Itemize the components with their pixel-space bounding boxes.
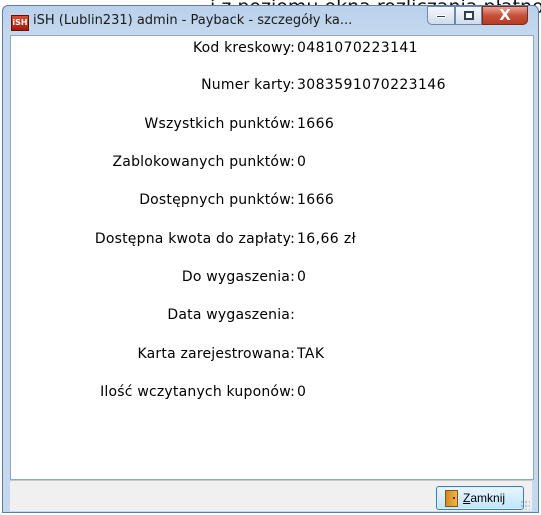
door-exit-icon (445, 490, 458, 507)
minimize-icon (436, 15, 446, 18)
ish-app-icon: iSH (11, 15, 29, 31)
detail-value: 0 (297, 269, 307, 285)
detail-value: 0 (297, 384, 307, 400)
maximize-button[interactable] (455, 6, 482, 25)
detail-label: Ilość wczytanych kuponów: (100, 384, 295, 400)
detail-label: Data wygaszenia: (167, 307, 295, 323)
detail-label: Numer karty: (201, 77, 295, 93)
title-bar[interactable]: iSH iSH (Lublin231) admin - Payback - sz… (3, 6, 538, 36)
details-panel: Kod kreskowy: 0481070223141 Numer karty:… (10, 35, 534, 480)
detail-row-coupons-loaded: Ilość wczytanych kuponów: 0 (11, 384, 533, 404)
close-window-button[interactable]: X (482, 6, 528, 25)
detail-label: Kod kreskowy: (192, 40, 295, 56)
detail-row-expiry-date: Data wygaszenia: (11, 307, 533, 327)
detail-value: 3083591070223146 (297, 77, 446, 93)
detail-label: Wszystkich punktów: (144, 116, 295, 132)
detail-row-total-points: Wszystkich punktów: 1666 (11, 116, 533, 136)
detail-value: 0 (297, 154, 307, 170)
detail-row-to-expire: Do wygaszenia: 0 (11, 269, 533, 289)
button-bar: Zamknij (10, 480, 532, 511)
resize-grip[interactable] (520, 500, 530, 510)
detail-value: 1666 (297, 116, 335, 132)
close-button[interactable]: Zamknij (436, 486, 524, 510)
minimize-button[interactable] (427, 6, 455, 25)
detail-value: 0481070223141 (297, 40, 418, 56)
detail-label: Karta zarejestrowana: (137, 346, 295, 362)
detail-value: 16,66 zł (297, 231, 357, 247)
window-title: iSH (Lublin231) admin - Payback - szczeg… (33, 13, 353, 28)
detail-label: Dostępna kwota do zapłaty: (94, 231, 295, 247)
detail-label: Do wygaszenia: (181, 269, 295, 285)
close-button-label: Zamknij (463, 491, 506, 505)
detail-row-card-registered: Karta zarejestrowana: TAK (11, 346, 533, 366)
detail-row-blocked-points: Zablokowanych punktów: 0 (11, 154, 533, 174)
detail-row-available-amount: Dostępna kwota do zapłaty: 16,66 zł (11, 231, 533, 251)
maximize-icon (464, 11, 474, 20)
payback-details-window: iSH iSH (Lublin231) admin - Payback - sz… (2, 5, 539, 513)
detail-label: Dostępnych punktów: (139, 192, 295, 208)
detail-row-barcode: Kod kreskowy: 0481070223141 (11, 40, 533, 60)
detail-row-available-points: Dostępnych punktów: 1666 (11, 192, 533, 212)
detail-value: 1666 (297, 192, 335, 208)
detail-value: TAK (297, 346, 325, 362)
detail-label: Zablokowanych punktów: (112, 154, 295, 170)
detail-row-card-number: Numer karty: 3083591070223146 (11, 77, 533, 97)
close-icon: X (499, 6, 511, 24)
